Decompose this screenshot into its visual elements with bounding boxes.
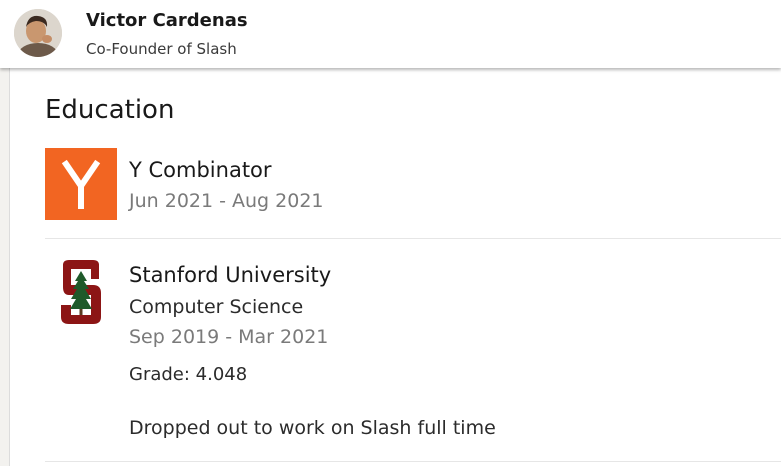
avatar[interactable] [14,9,62,57]
date-range: Jun 2021 - Aug 2021 [129,190,324,212]
education-card: Education Y Combinator Jun 2021 - Aug 20… [9,68,781,466]
profile-name: Victor Cardenas [86,10,248,31]
education-entry-stanford: Stanford University Computer Science Sep… [45,253,781,462]
school-name[interactable]: Stanford University [129,263,331,287]
field-of-study: Computer Science [129,296,304,318]
education-entry-ycombinator: Y Combinator Jun 2021 - Aug 2021 [45,148,781,239]
section-title: Education [45,95,175,125]
stanford-tree-icon [61,260,101,324]
profile-headline: Co-Founder of Slash [86,40,237,58]
grade: Grade: 4.048 [129,364,248,385]
y-letter-icon [61,159,101,209]
ycombinator-logo[interactable] [45,148,117,220]
date-range: Sep 2019 - Mar 2021 [129,326,329,348]
stanford-logo[interactable] [57,259,105,325]
description: Dropped out to work on Slash full time [129,417,496,439]
profile-sticky-header: Victor Cardenas Co-Founder of Slash [0,0,781,68]
school-name[interactable]: Y Combinator [129,158,272,182]
